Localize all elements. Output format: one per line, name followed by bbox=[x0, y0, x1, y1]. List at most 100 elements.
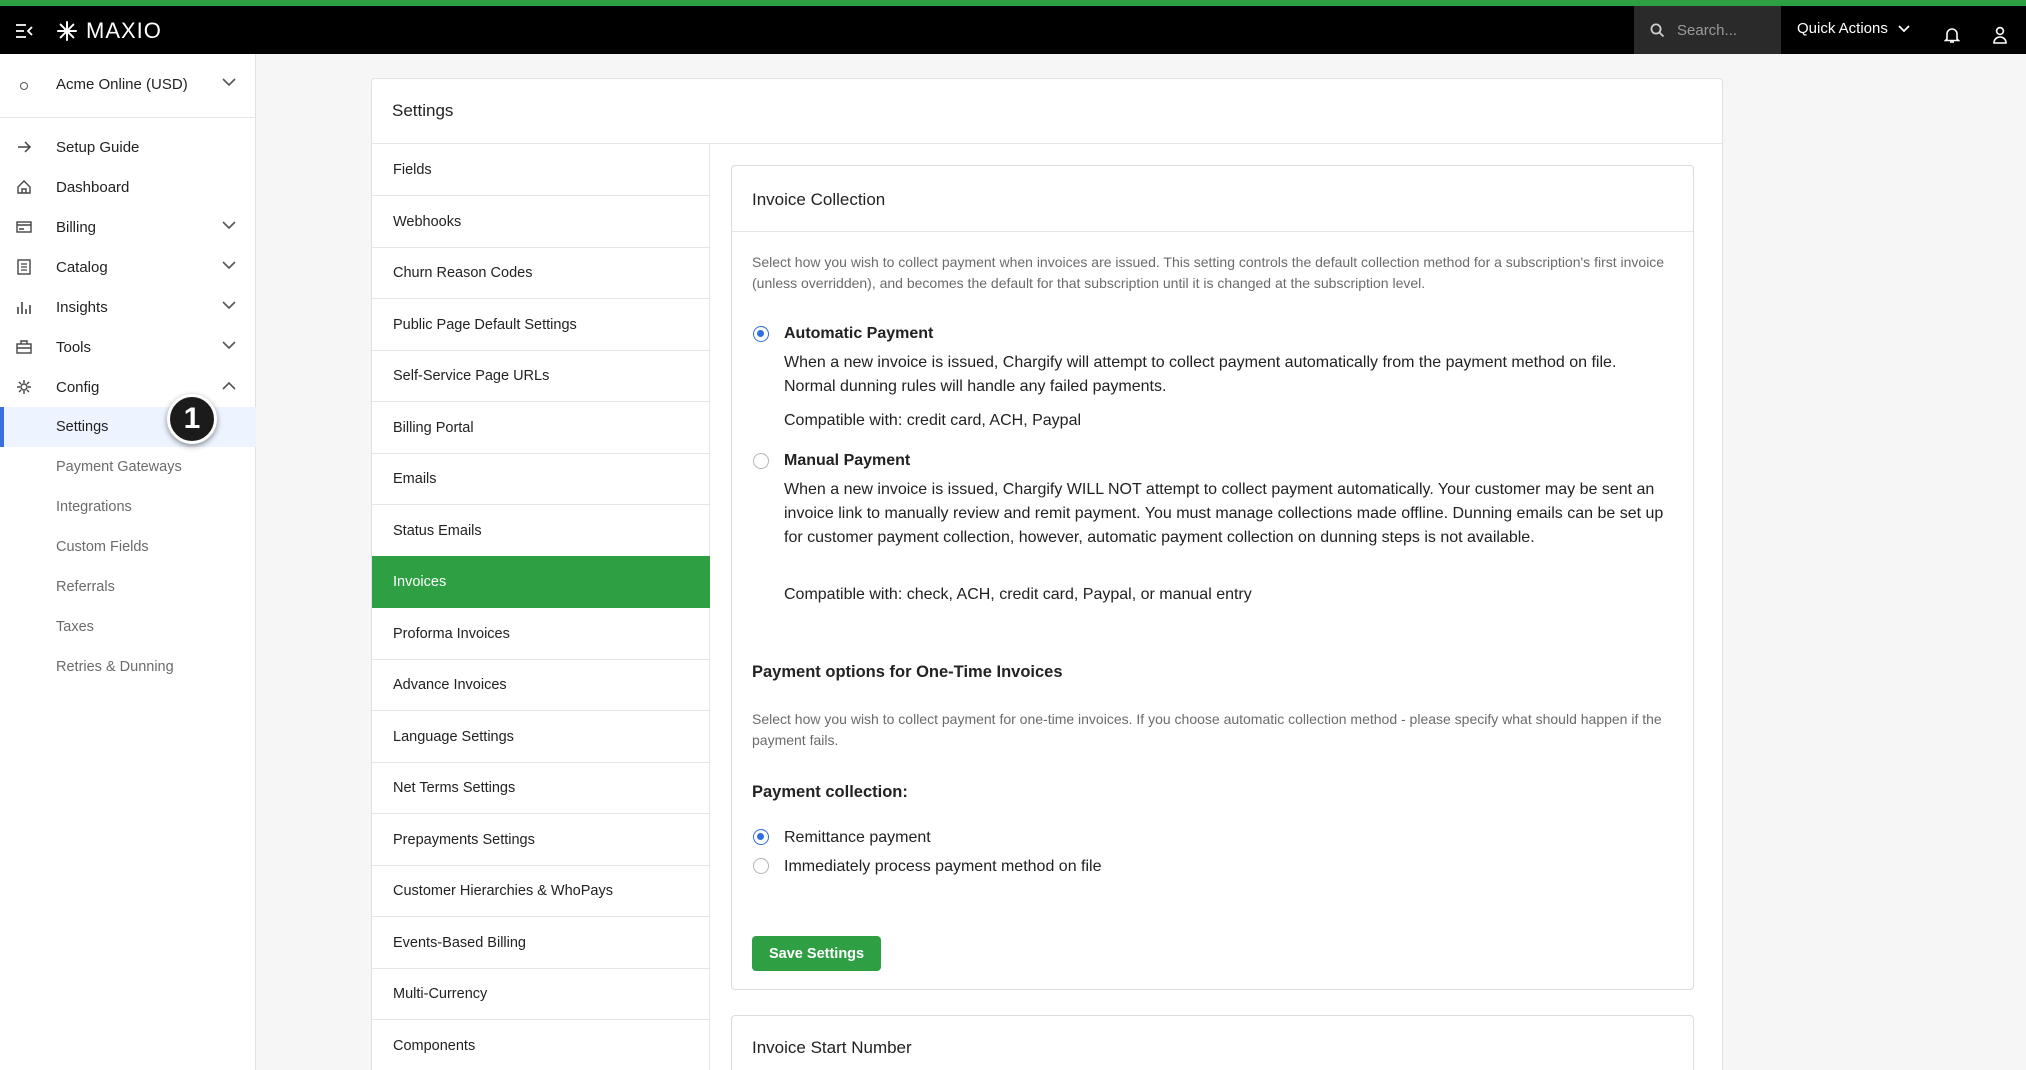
invoice-collection-panel: Invoice Collection Select how you wish t… bbox=[731, 165, 1694, 990]
settings-menu: Fields Webhooks Churn Reason Codes Publi… bbox=[372, 144, 710, 1070]
settings-menu-item-status-emails[interactable]: Status Emails bbox=[372, 505, 710, 557]
settings-menu-item-public-page-default-settings[interactable]: Public Page Default Settings bbox=[372, 299, 710, 351]
chevron-down-icon bbox=[1898, 24, 1910, 32]
sidebar-subitem-retries-dunning[interactable]: Retries & Dunning bbox=[0, 647, 256, 687]
account-name: Acme Online (USD) bbox=[56, 76, 188, 93]
settings-menu-item-fields[interactable]: Fields bbox=[372, 144, 710, 196]
sidebar-item-dashboard[interactable]: Dashboard bbox=[0, 167, 256, 207]
remittance-payment-label: Remittance payment bbox=[784, 829, 931, 846]
settings-menu-item-invoices[interactable]: Invoices bbox=[372, 556, 710, 608]
sidebar-item-setup-guide[interactable]: Setup Guide bbox=[0, 127, 256, 167]
sidebar-subitem-referrals[interactable]: Referrals bbox=[0, 567, 256, 607]
section-description: Select how you wish to collect payment w… bbox=[752, 254, 1665, 291]
sidebar-subitem-settings[interactable]: Settings bbox=[0, 407, 256, 447]
chevron-down-icon bbox=[222, 341, 236, 350]
arrow-right-icon bbox=[18, 141, 32, 153]
settings-menu-item-billing-portal[interactable]: Billing Portal bbox=[372, 402, 710, 454]
user-icon[interactable] bbox=[1992, 26, 2008, 44]
maxio-logo-icon bbox=[57, 21, 77, 41]
sidebar-item-label: Config bbox=[56, 378, 100, 396]
card-icon bbox=[16, 221, 32, 233]
automatic-payment-radio[interactable] bbox=[753, 326, 769, 342]
manual-payment-compat: Compatible with: check, ACH, credit card… bbox=[784, 586, 1252, 603]
sidebar-subitem-label: Integrations bbox=[56, 499, 132, 515]
sidebar-subitem-integrations[interactable]: Integrations bbox=[0, 487, 256, 527]
briefcase-icon bbox=[16, 340, 32, 354]
account-selector[interactable]: Acme Online (USD) bbox=[0, 54, 256, 118]
chevron-down-icon bbox=[222, 261, 236, 270]
one-time-description: Select how you wish to collect payment f… bbox=[752, 711, 1662, 748]
settings-menu-item-language-settings[interactable]: Language Settings bbox=[372, 711, 710, 763]
home-icon bbox=[17, 180, 31, 194]
quick-actions-button[interactable]: Quick Actions bbox=[1797, 20, 1910, 37]
settings-menu-item-webhooks[interactable]: Webhooks bbox=[372, 196, 710, 248]
search-icon bbox=[1650, 23, 1665, 37]
settings-menu-item-components[interactable]: Components bbox=[372, 1020, 710, 1070]
remittance-payment-radio[interactable] bbox=[753, 829, 769, 845]
payment-collection-label: Payment collection: bbox=[752, 783, 908, 801]
sidebar-item-config[interactable]: Config bbox=[0, 367, 256, 407]
sidebar-item-label: Insights bbox=[56, 298, 108, 316]
settings-menu-item-emails[interactable]: Emails bbox=[372, 453, 710, 505]
immediate-process-radio[interactable] bbox=[753, 858, 769, 874]
settings-menu-item-self-service-page-urls[interactable]: Self-Service Page URLs bbox=[372, 350, 710, 402]
account-status-icon bbox=[20, 82, 28, 90]
step-badge-1: 1 bbox=[167, 394, 217, 444]
manual-payment-radio[interactable] bbox=[753, 453, 769, 469]
invoice-start-number-panel: Invoice Start Number bbox=[731, 1015, 1694, 1070]
sidebar-subitem-label: Retries & Dunning bbox=[56, 659, 174, 675]
manual-payment-text: When a new invoice is issued, Chargify W… bbox=[784, 481, 1664, 546]
sidebar-item-label: Billing bbox=[56, 218, 97, 236]
sidebar-subitem-label: Custom Fields bbox=[56, 539, 149, 555]
sidebar-item-label: Setup Guide bbox=[56, 138, 140, 156]
settings-menu-item-prepayments-settings[interactable]: Prepayments Settings bbox=[372, 814, 710, 866]
chevron-down-icon bbox=[222, 301, 236, 310]
gear-icon bbox=[17, 380, 31, 394]
bar-chart-icon bbox=[17, 302, 31, 314]
section-title: Invoice Start Number bbox=[752, 1038, 912, 1057]
section-title: Invoice Collection bbox=[752, 190, 886, 209]
page-title: Settings bbox=[392, 101, 454, 120]
settings-menu-item-churn-reason-codes[interactable]: Churn Reason Codes bbox=[372, 247, 710, 299]
chevron-up-icon bbox=[222, 381, 236, 390]
settings-menu-item-events-based-billing[interactable]: Events-Based Billing bbox=[372, 917, 710, 969]
sidebar-subitem-label: Taxes bbox=[56, 619, 94, 635]
sidebar-item-tools[interactable]: Tools bbox=[0, 327, 256, 367]
brand-logo[interactable]: MAXIO bbox=[56, 18, 162, 44]
settings-menu-item-advance-invoices[interactable]: Advance Invoices bbox=[372, 659, 710, 711]
settings-menu-item-customer-hierarchies[interactable]: Customer Hierarchies & WhoPays bbox=[372, 865, 710, 917]
sidebar-subitem-label: Settings bbox=[56, 419, 109, 435]
divider bbox=[732, 231, 1693, 232]
sidebar-item-label: Dashboard bbox=[56, 178, 130, 196]
sidebar-item-catalog[interactable]: Catalog bbox=[0, 247, 256, 287]
sidebar-item-billing[interactable]: Billing bbox=[0, 207, 256, 247]
immediate-process-label: Immediately process payment method on fi… bbox=[784, 858, 1102, 875]
bell-icon[interactable] bbox=[1944, 26, 1960, 44]
chevron-down-icon bbox=[222, 78, 236, 87]
chevron-down-icon bbox=[222, 221, 236, 230]
save-settings-button[interactable]: Save Settings bbox=[752, 936, 882, 971]
automatic-payment-title: Automatic Payment bbox=[784, 325, 934, 342]
top-bar: MAXIO Search... Quick Actions bbox=[0, 0, 2026, 54]
sidebar-subitem-custom-fields[interactable]: Custom Fields bbox=[0, 527, 256, 567]
brand-name: MAXIO bbox=[86, 18, 162, 43]
manual-payment-title: Manual Payment bbox=[784, 452, 911, 469]
sidebar: Acme Online (USD) Setup Guide Dashboard … bbox=[0, 54, 256, 1070]
search-placeholder: Search... bbox=[1677, 21, 1738, 39]
book-icon bbox=[17, 259, 31, 275]
collapse-menu-icon[interactable] bbox=[14, 22, 34, 40]
automatic-payment-text: When a new invoice is issued, Chargify w… bbox=[784, 354, 1617, 395]
sidebar-item-label: Catalog bbox=[56, 258, 108, 276]
quick-actions-label: Quick Actions bbox=[1797, 20, 1888, 37]
search-input[interactable]: Search... bbox=[1634, 6, 1781, 54]
sidebar-subitem-label: Payment Gateways bbox=[56, 459, 182, 475]
settings-menu-item-proforma-invoices[interactable]: Proforma Invoices bbox=[372, 608, 710, 660]
settings-menu-item-multi-currency[interactable]: Multi-Currency bbox=[372, 968, 710, 1020]
sidebar-subitem-label: Referrals bbox=[56, 579, 115, 595]
sidebar-subitem-payment-gateways[interactable]: Payment Gateways bbox=[0, 447, 256, 487]
automatic-payment-compat: Compatible with: credit card, ACH, Paypa… bbox=[784, 412, 1082, 429]
settings-menu-item-net-terms-settings[interactable]: Net Terms Settings bbox=[372, 762, 710, 814]
sidebar-item-insights[interactable]: Insights bbox=[0, 287, 256, 327]
sidebar-subitem-taxes[interactable]: Taxes bbox=[0, 607, 256, 647]
sidebar-item-label: Tools bbox=[56, 338, 92, 356]
